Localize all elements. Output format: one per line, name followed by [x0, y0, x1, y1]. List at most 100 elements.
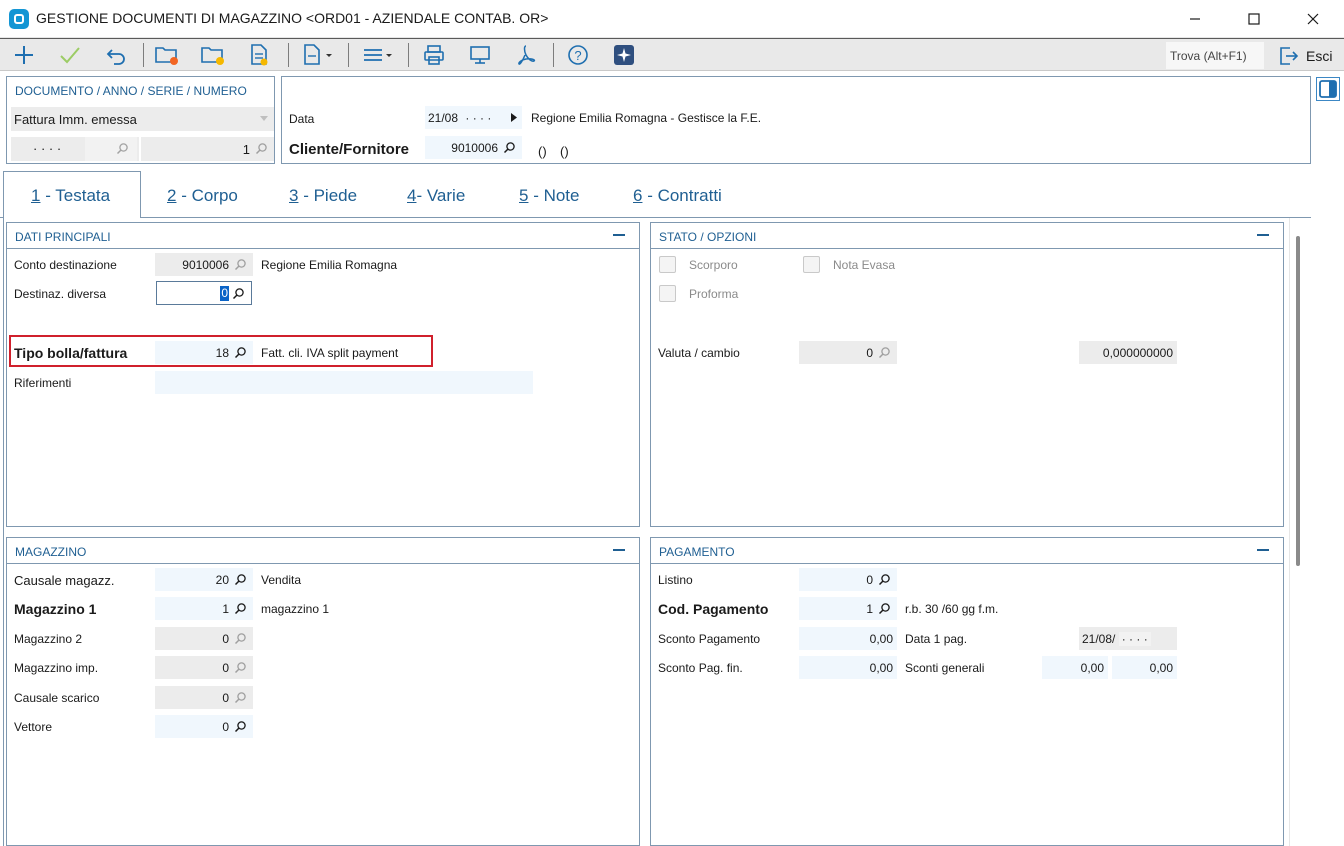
print-icon[interactable] [417, 41, 451, 69]
folder-open-icon[interactable] [196, 41, 230, 69]
chevron-down-icon [260, 116, 268, 121]
toolbar-separator [348, 43, 349, 67]
assistant-sparkle-icon[interactable] [607, 41, 641, 69]
add-icon[interactable] [7, 41, 41, 69]
document-number-field[interactable]: 1 [141, 137, 274, 161]
tab-varie[interactable]: 4- Varie [407, 186, 465, 206]
tipo-bolla-fattura-label: Tipo bolla/fattura [14, 345, 128, 361]
search-icon[interactable] [234, 661, 247, 674]
document-panel: DOCUMENTO / ANNO / SERIE / NUMERO Fattur… [6, 76, 275, 164]
destinazione-diversa-input[interactable]: 0 [156, 281, 252, 305]
caret-right-icon[interactable] [511, 113, 517, 122]
document-type-select[interactable]: Fattura Imm. emessa [11, 107, 274, 131]
exit-button[interactable]: Esci [1268, 41, 1342, 70]
search-icon[interactable] [255, 142, 268, 155]
destinazione-diversa-value: 0 [220, 286, 229, 301]
collapse-icon[interactable] [1257, 234, 1269, 236]
menu-dropdown-icon[interactable] [358, 41, 398, 69]
header-data-panel: Data 21/08 · · · · Regione Emilia Romagn… [281, 76, 1311, 164]
group-title: DATI PRINCIPALI [15, 230, 111, 244]
group-divider [7, 248, 639, 249]
sconto-pagamento-fin-field[interactable]: 0,00 [799, 656, 897, 679]
sconti-generali-1-field[interactable]: 0,00 [1042, 656, 1108, 679]
search-icon[interactable] [234, 632, 247, 645]
client-code-field[interactable]: 9010006 [425, 136, 522, 159]
sconti-generali-label: Sconti generali [905, 661, 985, 675]
monitor-preview-icon[interactable] [463, 41, 497, 69]
group-title: STATO / OPZIONI [659, 230, 757, 244]
date-field[interactable]: 21/08 · · · · [425, 106, 522, 129]
causale-magazzino-field[interactable]: 20 [155, 568, 253, 591]
undo-icon[interactable] [99, 41, 133, 69]
sconti-generali-2-field[interactable]: 0,00 [1112, 656, 1177, 679]
scorporo-checkbox[interactable] [659, 256, 676, 273]
search-icon[interactable] [234, 346, 247, 359]
document-series-field[interactable] [85, 137, 137, 161]
document-year-field[interactable]: · · · · [11, 137, 139, 161]
minimize-button[interactable] [1166, 0, 1224, 38]
group-divider [651, 248, 1283, 249]
tipo-bolla-fattura-field[interactable]: 18 [155, 341, 253, 364]
search-icon[interactable] [878, 573, 891, 586]
folder-delete-icon[interactable] [150, 41, 184, 69]
sconto-pagamento-field[interactable]: 0,00 [799, 627, 897, 650]
search-icon[interactable] [878, 602, 891, 615]
conto-destinazione-desc: Regione Emilia Romagna [261, 258, 398, 272]
magazzino-impegno-field[interactable]: 0 [155, 656, 253, 679]
valuta-field[interactable]: 0 [799, 341, 897, 364]
side-panel-toggle[interactable] [1316, 77, 1340, 101]
search-icon[interactable] [234, 602, 247, 615]
cambio-field[interactable]: 0,000000000 [1079, 341, 1177, 364]
new-document-dropdown-icon[interactable] [298, 41, 338, 69]
group-divider [651, 563, 1283, 564]
confirm-check-icon[interactable] [53, 41, 87, 69]
search-icon[interactable] [234, 720, 247, 733]
conto-destinazione-field[interactable]: 9010006 [155, 253, 253, 276]
scrollbar-thumb[interactable] [1296, 236, 1300, 566]
listino-field[interactable]: 0 [799, 568, 897, 591]
find-input[interactable]: Trova (Alt+F1) [1166, 42, 1264, 69]
listino-value: 0 [866, 573, 873, 587]
document-icon[interactable] [242, 41, 276, 69]
collapse-icon[interactable] [613, 234, 625, 236]
search-icon[interactable] [503, 141, 516, 154]
codice-pagamento-field[interactable]: 1 [799, 597, 897, 620]
search-icon[interactable] [234, 258, 247, 271]
nota-evasa-checkbox[interactable] [803, 256, 820, 273]
tab-piede[interactable]: 3 - Piede [289, 186, 357, 206]
search-icon[interactable] [232, 287, 245, 300]
vertical-scrollbar[interactable] [1289, 218, 1311, 846]
tab-contratti[interactable]: 6 - Contratti [633, 186, 722, 206]
search-icon[interactable] [878, 346, 891, 359]
tab-label: - Testata [40, 186, 111, 205]
magazzino-1-label: Magazzino 1 [14, 601, 97, 617]
riferimenti-input[interactable] [155, 371, 533, 394]
vettore-field[interactable]: 0 [155, 715, 253, 738]
destinazione-diversa-label: Destinaz. diversa [14, 287, 107, 301]
stato-opzioni-group: STATO / OPZIONI [650, 222, 1284, 527]
causale-scarico-field[interactable]: 0 [155, 686, 253, 709]
causale-magazzino-label: Causale magazz. [14, 573, 115, 588]
search-icon[interactable] [234, 573, 247, 586]
data-1-pagamento-field[interactable]: 21/08/ · · · · [1079, 627, 1177, 650]
group-title: PAGAMENTO [659, 545, 735, 559]
tab-label: - Varie [416, 186, 466, 205]
magazzino-2-field[interactable]: 0 [155, 627, 253, 650]
proforma-checkbox[interactable] [659, 285, 676, 302]
maximize-button[interactable] [1225, 0, 1283, 38]
tipo-bolla-fattura-value: 18 [215, 346, 229, 360]
tab-corpo[interactable]: 2 - Corpo [167, 186, 238, 206]
tab-note[interactable]: 5 - Note [519, 186, 580, 206]
search-icon[interactable] [234, 691, 247, 704]
tab-testata[interactable]: 1 - Testata [31, 186, 110, 206]
valuta-value: 0 [866, 346, 873, 360]
close-button[interactable] [1284, 0, 1342, 38]
riferimenti-label: Riferimenti [14, 376, 72, 390]
search-icon[interactable] [116, 142, 129, 155]
group-title: MAGAZZINO [15, 545, 87, 559]
collapse-icon[interactable] [1257, 549, 1269, 551]
collapse-icon[interactable] [613, 549, 625, 551]
help-icon[interactable]: ? [561, 41, 595, 69]
magazzino-1-field[interactable]: 1 [155, 597, 253, 620]
pdf-icon[interactable] [509, 41, 543, 69]
